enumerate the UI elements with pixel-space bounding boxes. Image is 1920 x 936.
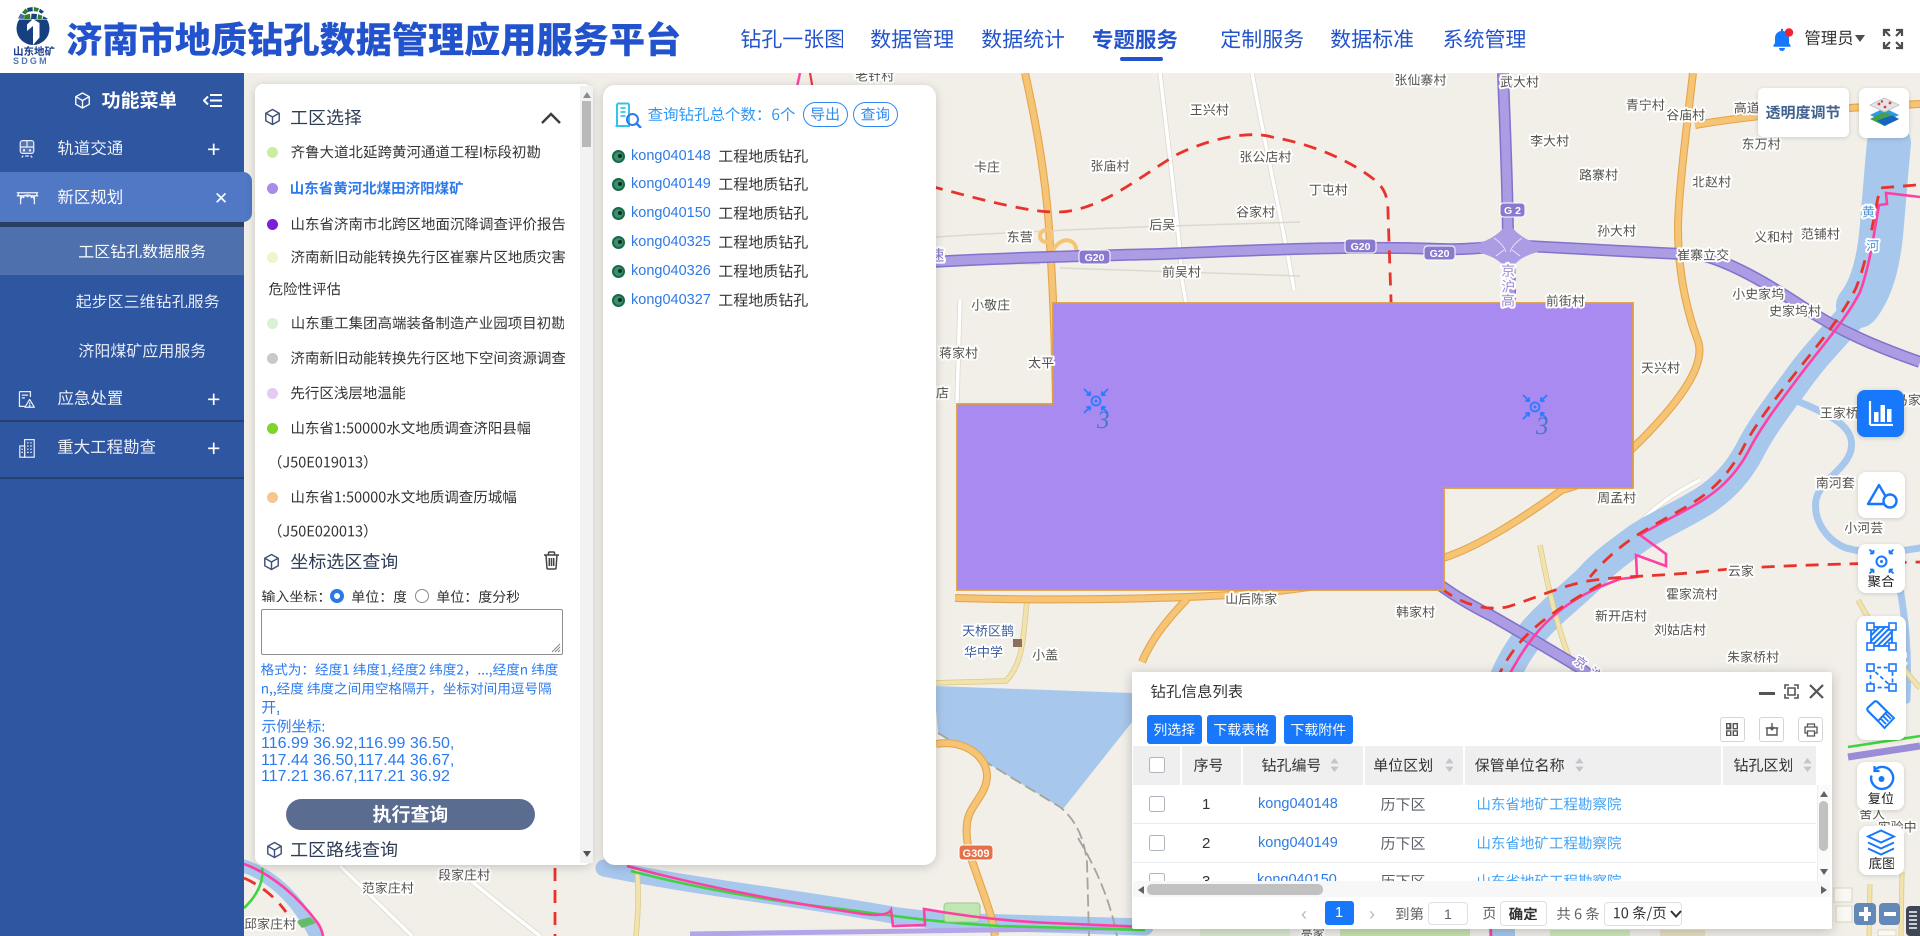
svg-text:G309: G309	[963, 848, 990, 860]
svg-text:G20: G20	[1085, 252, 1105, 264]
svg-text:G20: G20	[1430, 248, 1450, 260]
svg-text:G20: G20	[1351, 241, 1371, 253]
svg-text:G 2: G 2	[1504, 205, 1521, 217]
svg-text:3: 3	[1535, 413, 1549, 440]
svg-text:3: 3	[1096, 407, 1110, 434]
